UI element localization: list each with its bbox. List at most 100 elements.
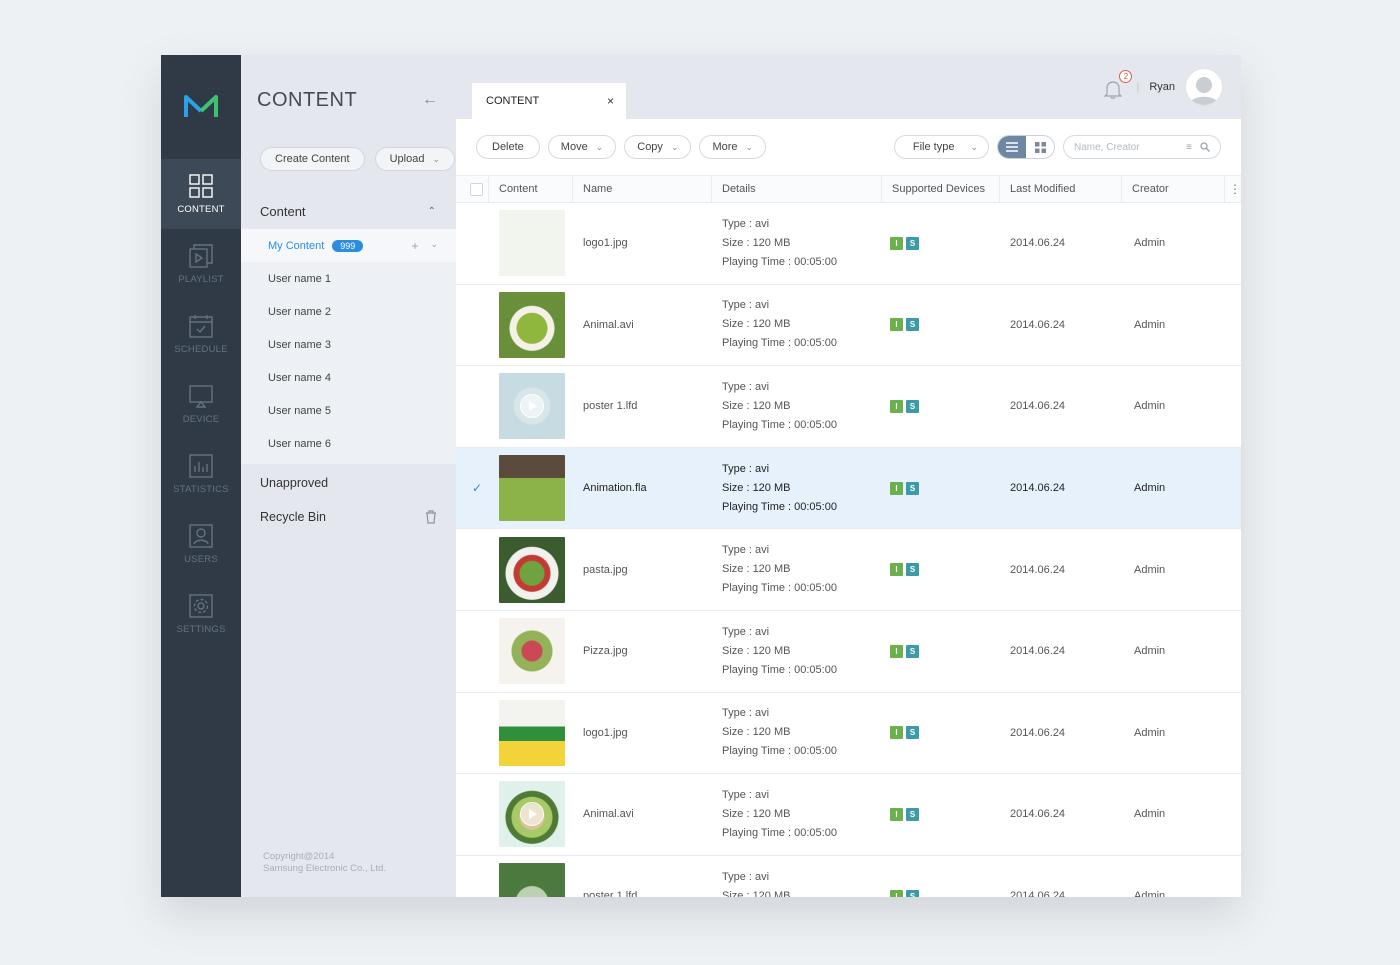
- rail-item-settings[interactable]: SETTINGS: [161, 579, 241, 649]
- user-folder-item[interactable]: User name 6: [241, 427, 456, 460]
- row-select-cell[interactable]: [456, 611, 489, 692]
- file-name[interactable]: logo1.jpg: [573, 693, 712, 774]
- notification-button[interactable]: 2: [1104, 70, 1133, 99]
- detail-size: Size : 120 MB: [722, 807, 791, 820]
- rail-item-schedule[interactable]: SCHEDULE: [161, 299, 241, 369]
- table-row[interactable]: logo1.jpg Type : avi Size : 120 MB Playi…: [456, 203, 1241, 285]
- content-thumbnail[interactable]: [499, 210, 565, 277]
- tab-content[interactable]: CONTENT ×: [472, 83, 626, 119]
- grid-view-button[interactable]: [1026, 136, 1054, 158]
- back-arrow-icon[interactable]: ←: [422, 91, 438, 147]
- column-header[interactable]: Details: [712, 175, 882, 203]
- table-row[interactable]: Animal.avi Type : avi Size : 120 MB Play…: [456, 285, 1241, 367]
- creator: Admin: [1134, 645, 1166, 658]
- add-icon[interactable]: +: [411, 239, 418, 253]
- rail-label: USERS: [184, 554, 218, 565]
- table-row[interactable]: poster 1.lfd Type : avi Size : 120 MB Pl…: [456, 856, 1241, 897]
- list-view-button[interactable]: [998, 136, 1026, 158]
- content-section-toggle[interactable]: Content ⌃: [241, 193, 456, 229]
- trash-icon[interactable]: [425, 510, 437, 524]
- device-badge-s: S: [906, 644, 919, 658]
- table-row[interactable]: poster 1.lfd Type : avi Size : 120 MB Pl…: [456, 366, 1241, 448]
- content-thumbnail[interactable]: [499, 863, 565, 897]
- row-select-cell[interactable]: [456, 774, 489, 855]
- delete-button[interactable]: Delete: [476, 135, 540, 159]
- content-thumbnail[interactable]: [499, 455, 565, 522]
- rail-item-statistics[interactable]: STATISTICS: [161, 439, 241, 509]
- more-button[interactable]: More ⌄: [699, 135, 767, 159]
- content-thumbnail[interactable]: [499, 291, 565, 358]
- unapproved-item[interactable]: Unapproved: [241, 466, 456, 500]
- username-label[interactable]: Ryan: [1149, 81, 1175, 93]
- close-icon[interactable]: ×: [607, 94, 614, 108]
- chevron-down-icon[interactable]: ⌄: [430, 239, 438, 253]
- rail-item-playlist[interactable]: PLAYLIST: [161, 229, 241, 299]
- rail-item-device[interactable]: DEVICE: [161, 369, 241, 439]
- content-thumbnail[interactable]: [499, 781, 565, 848]
- column-header[interactable]: Content: [489, 175, 573, 203]
- thumbnail-cell: [489, 856, 573, 897]
- create-content-button[interactable]: Create Content: [260, 147, 365, 171]
- file-name[interactable]: poster 1.lfd: [573, 856, 712, 897]
- content-thumbnail[interactable]: [499, 536, 565, 603]
- file-name[interactable]: logo1.jpg: [573, 203, 712, 284]
- play-icon[interactable]: [520, 802, 544, 827]
- device-badge-i: I: [890, 889, 903, 897]
- table-row[interactable]: Pizza.jpg Type : avi Size : 120 MB Playi…: [456, 611, 1241, 693]
- table-row[interactable]: Animal.avi Type : avi Size : 120 MB Play…: [456, 774, 1241, 856]
- copyright-notice: Copyright@2014 Samsung Electronic Co., L…: [263, 851, 386, 875]
- play-icon[interactable]: [520, 394, 544, 419]
- column-header[interactable]: Name: [573, 175, 712, 203]
- column-options-icon[interactable]: ⋮: [1225, 176, 1241, 203]
- chevron-down-icon: ⌄: [670, 141, 679, 152]
- content-thumbnail[interactable]: [499, 373, 565, 440]
- my-content-item[interactable]: My Content 999 + ⌄: [241, 229, 456, 262]
- row-select-cell[interactable]: [456, 529, 489, 610]
- row-select-cell[interactable]: [456, 203, 489, 284]
- user-folder-item[interactable]: User name 2: [241, 295, 456, 328]
- recycle-bin-item[interactable]: Recycle Bin: [241, 500, 456, 534]
- row-select-cell[interactable]: [456, 285, 489, 366]
- file-name[interactable]: Pizza.jpg: [573, 611, 712, 692]
- move-button[interactable]: Move ⌄: [547, 135, 617, 159]
- copy-button[interactable]: Copy ⌄: [624, 135, 692, 159]
- rail-item-users[interactable]: USERS: [161, 509, 241, 579]
- filter-menu-icon[interactable]: ≡: [1186, 142, 1192, 153]
- content-thumbnail[interactable]: [499, 699, 565, 766]
- file-name[interactable]: Animation.fla: [573, 448, 712, 529]
- rail-label: PLAYLIST: [178, 274, 224, 285]
- search-input[interactable]: [1074, 141, 1174, 153]
- column-header[interactable]: Creator: [1122, 175, 1225, 203]
- file-name[interactable]: pasta.jpg: [573, 529, 712, 610]
- table-row[interactable]: ✓ Animation.fla Type : avi Size : 120 MB…: [456, 447, 1241, 530]
- row-select-cell[interactable]: [456, 693, 489, 774]
- device-badge-i: I: [890, 318, 903, 332]
- gear-icon: [189, 594, 213, 618]
- row-select-cell[interactable]: [456, 366, 489, 447]
- user-folder-item[interactable]: User name 1: [241, 262, 456, 295]
- file-name[interactable]: Animal.avi: [573, 774, 712, 855]
- details-cell: Type : avi Size : 120 MB Playing Time : …: [712, 774, 882, 855]
- user-folder-item[interactable]: User name 3: [241, 328, 456, 361]
- file-name[interactable]: Animal.avi: [573, 285, 712, 366]
- content-table-body: logo1.jpg Type : avi Size : 120 MB Playi…: [456, 203, 1241, 897]
- rail-item-content[interactable]: CONTENT: [161, 159, 241, 229]
- content-thumbnail[interactable]: [499, 618, 565, 685]
- table-row[interactable]: pasta.jpg Type : avi Size : 120 MB Playi…: [456, 529, 1241, 611]
- user-folder-item[interactable]: User name 4: [241, 361, 456, 394]
- row-select-cell[interactable]: [456, 856, 489, 897]
- row-select-cell[interactable]: ✓: [456, 448, 489, 529]
- column-header[interactable]: Last Modified: [1000, 175, 1122, 203]
- supported-devices-cell: I S: [882, 774, 1000, 855]
- table-row[interactable]: logo1.jpg Type : avi Size : 120 MB Playi…: [456, 693, 1241, 775]
- file-name[interactable]: poster 1.lfd: [573, 366, 712, 447]
- checkmark-icon[interactable]: ✓: [472, 481, 482, 495]
- search-icon[interactable]: [1200, 141, 1210, 152]
- avatar[interactable]: [1185, 68, 1223, 106]
- thumbnail-cell: [489, 529, 573, 610]
- user-folder-item[interactable]: User name 5: [241, 394, 456, 427]
- file-type-filter[interactable]: File type ⌄: [893, 135, 989, 159]
- select-all-checkbox[interactable]: [470, 182, 483, 196]
- column-header[interactable]: Supported Devices: [882, 175, 1000, 203]
- upload-button[interactable]: Upload ⌄: [374, 147, 456, 171]
